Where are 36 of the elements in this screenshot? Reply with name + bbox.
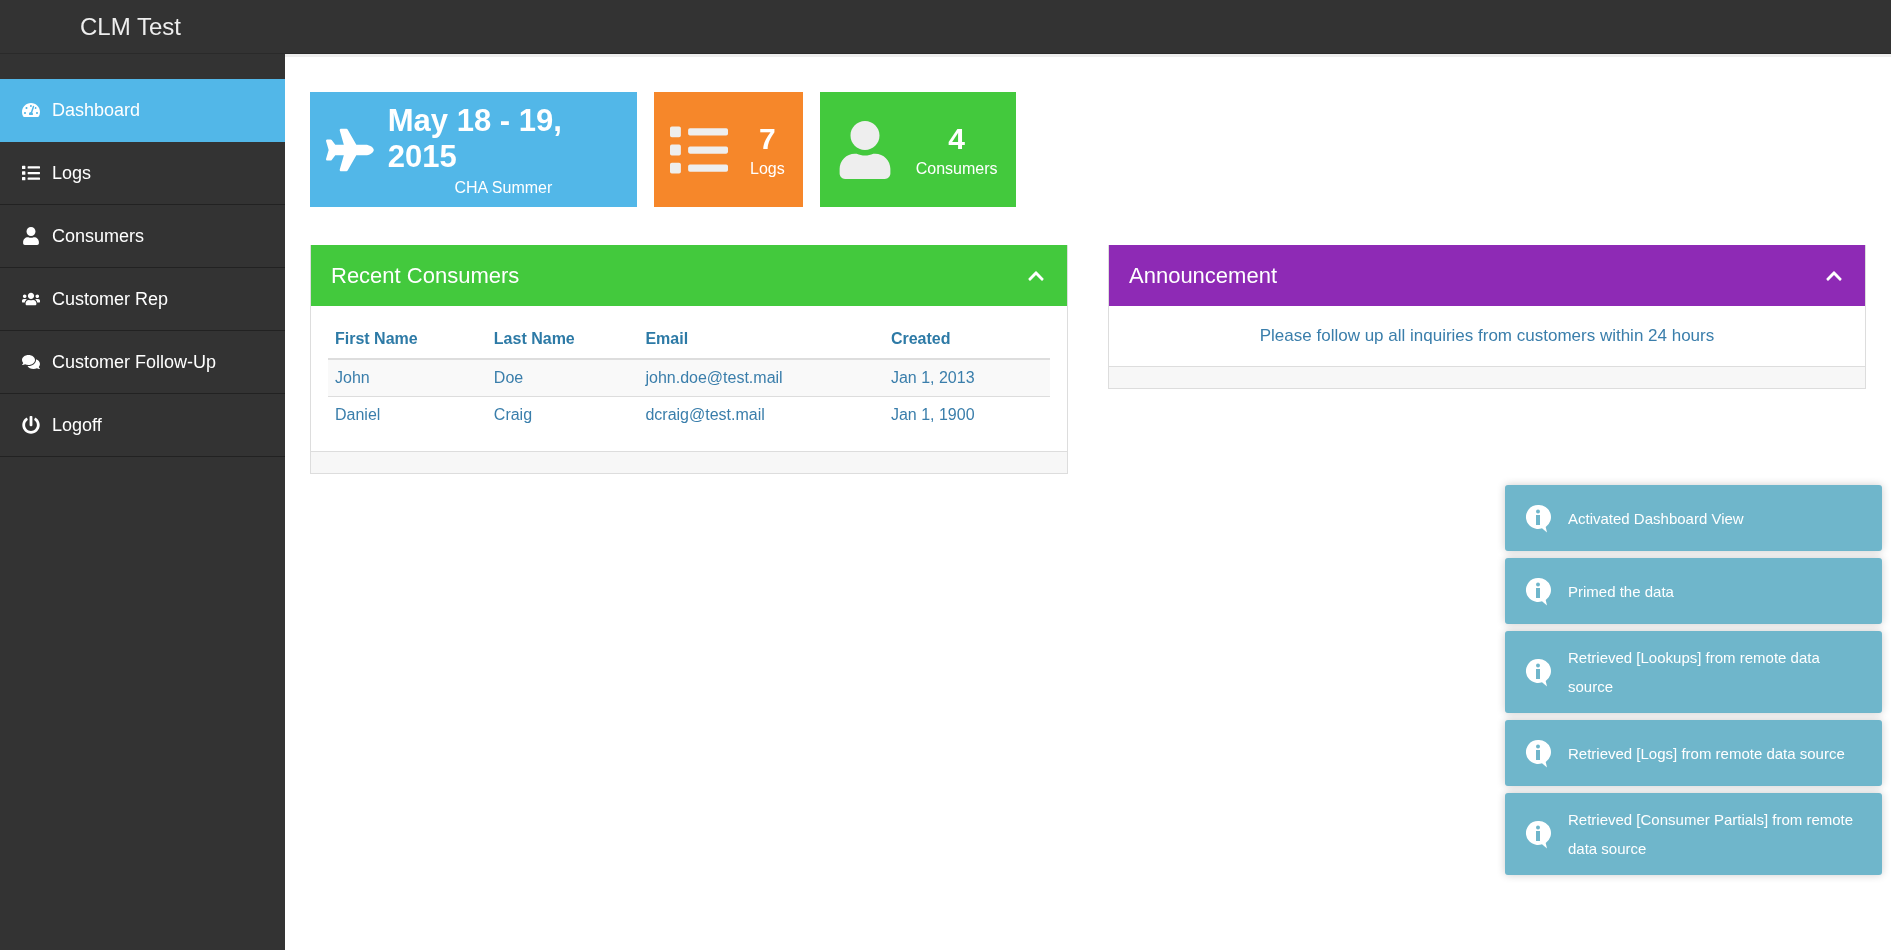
info-icon <box>1525 657 1551 687</box>
power-icon <box>22 416 40 434</box>
users-icon <box>22 290 40 308</box>
table-cell: John <box>328 359 487 397</box>
notification-toast[interactable]: Retrieved [Consumer Partials] from remote data source <box>1505 793 1882 875</box>
count-label: Logs <box>750 159 785 178</box>
info-icon <box>1525 738 1551 768</box>
count-label: Consumers <box>915 159 998 178</box>
panel-title: Recent Consumers <box>331 262 520 289</box>
notification-text: Retrieved [Logs] from remote data source <box>1568 743 1845 764</box>
table-cell: john.doe@test.mail <box>638 359 884 397</box>
info-icon <box>1525 576 1551 606</box>
comments-icon <box>22 353 40 371</box>
event-date: May 18 - 19, 2015 <box>387 102 563 175</box>
notification-text: Primed the data <box>1568 581 1674 602</box>
dashboard-icon <box>22 101 40 119</box>
info-icon <box>1525 503 1551 533</box>
count-value: 4 <box>948 121 965 156</box>
count-value: 7 <box>759 121 776 156</box>
notification-text: Activated Dashboard View <box>1568 508 1744 529</box>
notification-toast[interactable]: Retrieved [Logs] from remote data source <box>1505 720 1882 786</box>
panel-title: Announcement <box>1129 262 1277 289</box>
list-icon <box>22 164 40 182</box>
app-title: CLM Test <box>80 12 181 41</box>
nav-item[interactable]: Dashboard <box>0 79 285 142</box>
notification-toast[interactable]: Retrieved [Lookups] from remote data source <box>1505 631 1882 713</box>
event-name: CHA Summer <box>454 178 553 197</box>
notification-toast[interactable]: Activated Dashboard View <box>1505 485 1882 551</box>
announcement-text: Please follow up all inquiries from customers within 24 hours <box>1258 325 1716 347</box>
user-icon <box>22 227 40 245</box>
notification-text: Retrieved [Consumer Partials] from remote data source <box>1568 810 1855 859</box>
table-cell: Doe <box>486 359 639 397</box>
table-cell: Jan 1, 2013 <box>883 359 1050 397</box>
notification-toast[interactable]: Primed the data <box>1505 558 1882 624</box>
info-icon <box>1525 819 1551 849</box>
notification-text: Retrieved [Lookups] from remote data source <box>1568 648 1821 697</box>
